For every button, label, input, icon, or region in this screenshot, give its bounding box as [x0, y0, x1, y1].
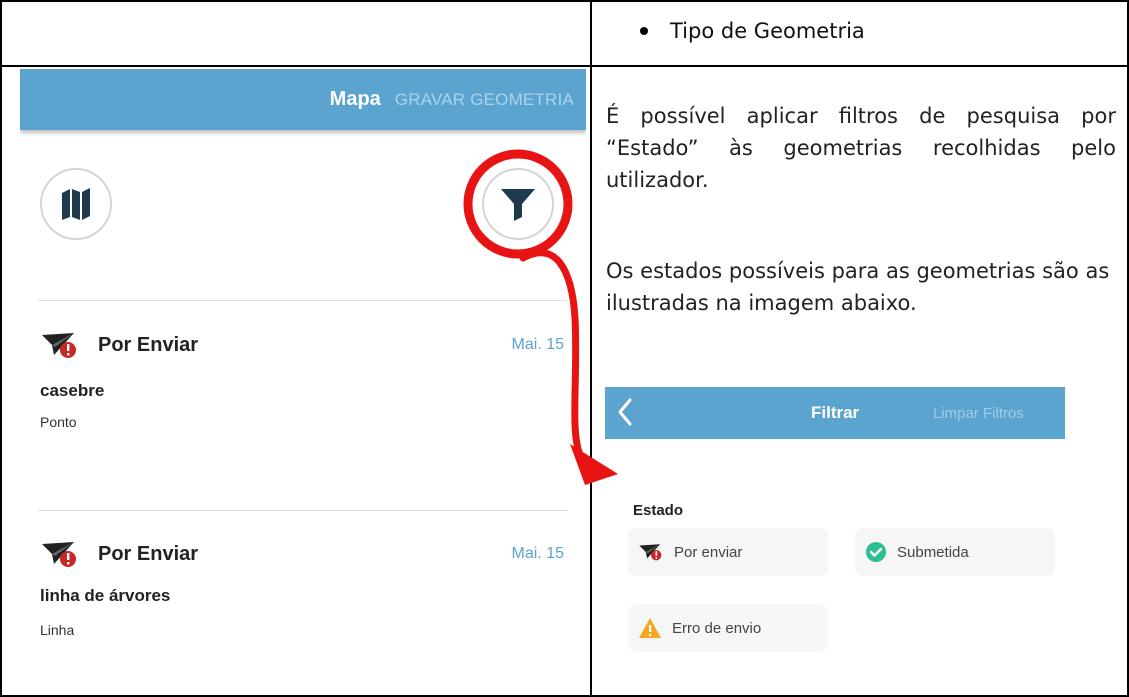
chip-erro-de-envio[interactable]: Erro de envio: [628, 604, 828, 652]
paper-plane-error-icon: [638, 542, 664, 562]
chip-submetida[interactable]: Submetida: [855, 528, 1055, 576]
item-name: casebre: [40, 381, 105, 400]
item-date: Mai. 15: [511, 336, 564, 353]
filter-button[interactable]: [482, 168, 554, 240]
item-type: Linha: [40, 622, 75, 638]
filter-screen-screenshot: Filtrar Limpar Filtros Estado Por enviar…: [605, 375, 1065, 675]
app-bar-title[interactable]: Mapa: [330, 88, 381, 111]
app-bar: Mapa GRAVAR GEOMETRIA: [20, 69, 586, 130]
list-item-header[interactable]: Por Enviar Mai. 15: [40, 540, 564, 568]
chip-label: Submetida: [897, 543, 969, 561]
filter-icon: [501, 189, 535, 221]
check-circle-icon: [865, 541, 887, 563]
chip-label: Erro de envio: [672, 619, 762, 637]
item-type: Ponto: [40, 414, 77, 430]
paragraph-states: Os estados possíveis para as geometrias …: [606, 259, 1110, 315]
list-divider: [38, 300, 568, 301]
table-row-divider: [0, 65, 1129, 67]
list-divider: [38, 510, 568, 511]
clear-filters-button[interactable]: Limpar Filtros: [933, 405, 1024, 422]
chip-label: Por enviar: [674, 543, 743, 561]
filter-app-bar: Filtrar Limpar Filtros: [605, 387, 1065, 439]
paper-plane-error-icon: [42, 542, 76, 567]
warning-icon: [638, 617, 662, 639]
state-section-label: Estado: [633, 502, 684, 519]
chip-por-enviar[interactable]: Por enviar: [628, 528, 828, 576]
map-icon: [62, 188, 90, 220]
bullet-dot-icon: [640, 27, 648, 35]
item-status: Por Enviar: [98, 333, 199, 356]
map-button[interactable]: [40, 168, 112, 240]
map-screen-screenshot: Mapa GRAVAR GEOMETRIA Por Enviar Mai. 15…: [20, 69, 586, 695]
paper-plane-error-icon: [42, 333, 76, 358]
item-status: Por Enviar: [98, 542, 199, 565]
item-name: linha de árvores: [40, 586, 171, 605]
list-item-header[interactable]: Por Enviar Mai. 15: [40, 331, 564, 359]
table-column-divider: [590, 0, 592, 697]
back-arrow-icon[interactable]: [617, 398, 633, 426]
bullet-text: Tipo de Geometria: [670, 19, 865, 43]
paragraph-filters: É possível aplicar filtros de pesquisa p…: [606, 104, 1116, 192]
item-date: Mai. 15: [511, 545, 564, 562]
bullet-item: Tipo de Geometria: [640, 19, 865, 43]
filter-title: Filtrar: [811, 403, 860, 422]
record-geometry-tab[interactable]: GRAVAR GEOMETRIA: [395, 90, 574, 110]
